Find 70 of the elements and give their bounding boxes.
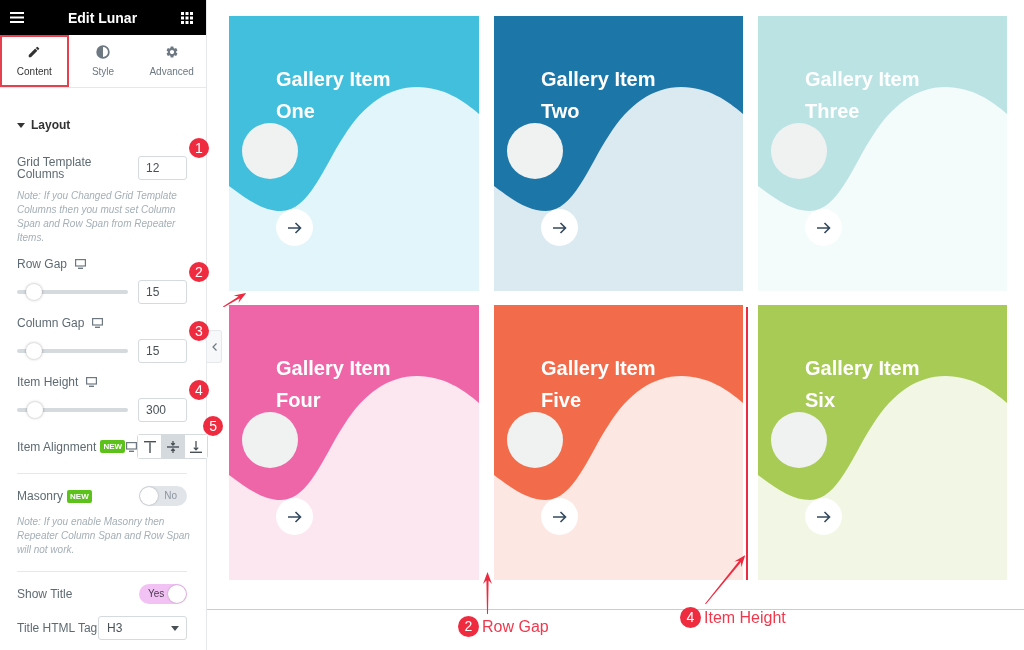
half-circle-icon	[96, 44, 110, 59]
gallery-item-title: Gallery Item One	[276, 67, 392, 124]
monitor-icon	[126, 441, 138, 452]
align-middle-icon	[167, 440, 180, 453]
number-field[interactable]: 12	[138, 156, 187, 180]
control-label: Row Gap	[17, 257, 68, 271]
slider-thumb[interactable]	[26, 402, 43, 418]
collapse-handle[interactable]	[207, 330, 222, 363]
arrow-right-icon	[816, 510, 831, 523]
align-bottom-icon	[190, 440, 203, 453]
pencil-icon	[27, 44, 42, 59]
number-marker: 4	[680, 607, 701, 628]
number-marker: 5	[203, 416, 224, 436]
arrow-right-icon	[552, 221, 567, 234]
number-marker: 4	[189, 380, 209, 400]
control-label: Grid Template Columns	[17, 156, 93, 180]
control-label: Masonry	[17, 489, 63, 503]
number-marker: 3	[189, 321, 209, 341]
gallery-item-title: Gallery Item Three	[805, 67, 921, 124]
number-field[interactable]: 15	[138, 339, 187, 363]
align-button[interactable]	[161, 435, 185, 458]
tab[interactable]: Style	[68, 35, 138, 87]
arrow-right-icon	[552, 510, 567, 523]
control-label: Column Gap	[17, 316, 85, 330]
new-badge: NEW	[67, 489, 92, 503]
panel-title: Edit Lunar	[67, 9, 138, 26]
arrow-right-icon	[287, 510, 302, 523]
annotation-arrow	[704, 555, 745, 605]
number-marker: 2	[458, 616, 479, 637]
number-field[interactable]: 300	[138, 398, 187, 422]
caret-down-icon	[171, 625, 179, 631]
arrow-right-icon	[816, 221, 831, 234]
annotation-label: Item Height	[704, 607, 786, 628]
slider-thumb[interactable]	[25, 284, 42, 300]
annotation-label: Row Gap	[482, 616, 549, 637]
annotation-arrow	[222, 293, 246, 308]
number-marker: 2	[189, 262, 209, 282]
chevron-left-icon	[211, 342, 217, 351]
control-label: Title HTML Tag	[17, 621, 98, 635]
align-top-icon	[143, 440, 156, 453]
number-field[interactable]: 15	[138, 280, 187, 304]
note-text: Note: If you enable Masonry then Repeater Column Span and Row Span will not work.	[17, 515, 191, 557]
settings-icon	[164, 44, 179, 59]
control-label: Item Alignment	[17, 439, 97, 454]
gallery-item-title: Gallery Item Two	[541, 67, 657, 124]
slider-thumb[interactable]	[25, 343, 42, 359]
monitor-icon	[86, 377, 98, 387]
slider-track[interactable]	[17, 402, 128, 418]
tab[interactable]: Advanced	[137, 35, 206, 87]
gallery-item-title: Gallery Item Six	[805, 356, 921, 413]
menu-icon[interactable]	[10, 12, 24, 23]
toggle-switch[interactable]: Yes	[139, 584, 187, 604]
gallery-item-title: Gallery Item Five	[541, 356, 657, 413]
arrow-right-icon	[287, 221, 302, 234]
monitor-icon	[92, 318, 104, 328]
control-label: Show Title	[17, 587, 73, 601]
monitor-icon	[75, 259, 87, 269]
tab[interactable]: Content	[0, 35, 69, 87]
note-text: Note: If you Changed Grid Template Columns then you must set Column Span and Row Span from Repeater Items.	[17, 189, 178, 245]
new-badge: NEW	[100, 440, 126, 453]
number-marker: 1	[189, 138, 209, 158]
section-header[interactable]: Layout	[17, 115, 187, 135]
apps-grid-icon[interactable]	[181, 11, 193, 24]
select-field[interactable]: H3	[98, 616, 187, 640]
gallery-item-title: Gallery Item Four	[276, 356, 392, 413]
slider-track[interactable]	[17, 284, 128, 300]
annotation-arrow	[482, 572, 492, 614]
align-button[interactable]	[184, 435, 208, 458]
slider-track[interactable]	[17, 343, 128, 359]
control-label: Item Height	[17, 375, 79, 389]
